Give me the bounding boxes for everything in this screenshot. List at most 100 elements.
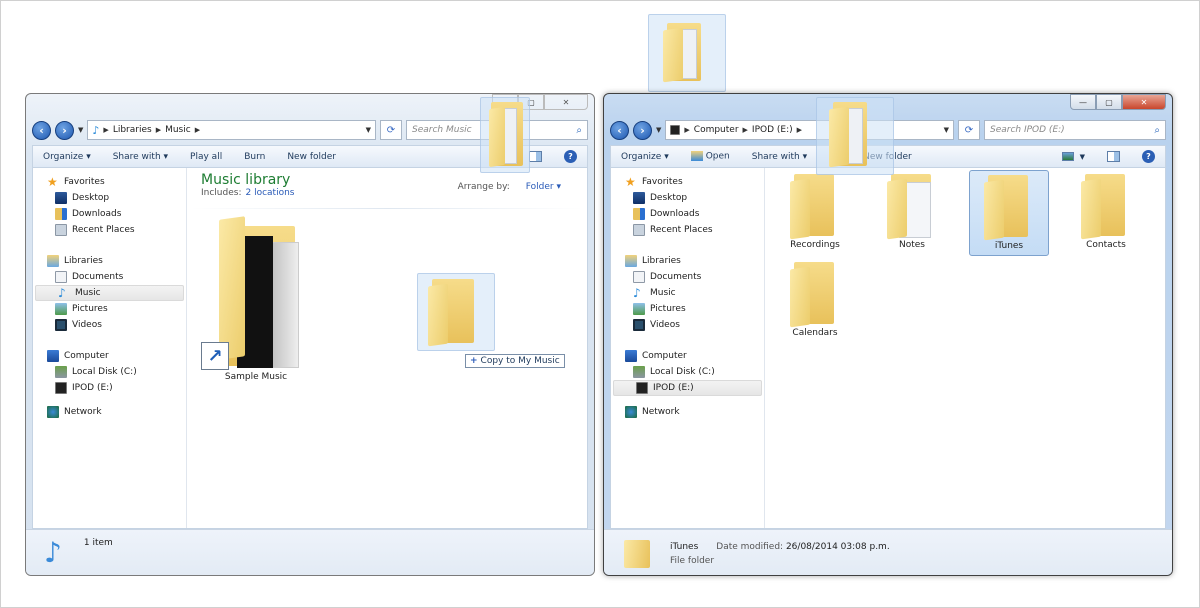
drive-icon: [670, 125, 681, 135]
includes-locations-link[interactable]: 2 locations: [245, 188, 294, 198]
address-dropdown[interactable]: ▼: [944, 126, 949, 134]
address-bar[interactable]: ▶ Computer ▶ IPOD (E:) ▶ ▼: [665, 120, 954, 140]
search-input[interactable]: Search IPOD (E:) ⌕: [984, 120, 1166, 140]
breadcrumb-separator[interactable]: ▶: [743, 126, 748, 134]
item-count: 1 item: [83, 538, 113, 548]
folder-item[interactable]: Notes: [872, 170, 952, 256]
recent-pages-dropdown[interactable]: ▼: [78, 126, 83, 134]
details-date-label: Date modified:: [716, 542, 784, 552]
close-button[interactable]: ✕: [1122, 94, 1166, 110]
nav-libraries[interactable]: Libraries: [33, 253, 186, 269]
help-icon[interactable]: ?: [1142, 150, 1155, 163]
help-icon[interactable]: ?: [564, 150, 577, 163]
nav-documents[interactable]: Documents: [611, 269, 764, 285]
nav-computer[interactable]: Computer: [611, 348, 764, 364]
libraries-icon: [47, 255, 59, 267]
new-folder-button[interactable]: New folder: [287, 152, 336, 162]
nav-recent-places[interactable]: Recent Places: [33, 222, 186, 238]
breadcrumb-separator[interactable]: ▶: [156, 126, 161, 134]
nav-network[interactable]: Network: [611, 404, 764, 420]
folder-item[interactable]: Contacts: [1066, 170, 1146, 256]
burn-button[interactable]: Burn: [244, 152, 265, 162]
change-view-icon[interactable]: [1061, 152, 1074, 161]
folder-label: iTunes: [994, 241, 1024, 251]
preview-pane-icon[interactable]: [1107, 151, 1120, 162]
nav-pictures[interactable]: Pictures: [611, 301, 764, 317]
nav-downloads[interactable]: Downloads: [611, 206, 764, 222]
refresh-button[interactable]: ⟳: [958, 120, 980, 140]
minimize-button[interactable]: —: [1070, 94, 1096, 110]
nav-ipod[interactable]: IPOD (E:): [33, 380, 186, 396]
refresh-button[interactable]: ⟳: [380, 120, 402, 140]
address-bar[interactable]: ♪ ▶ Libraries ▶ Music ▶ ▼: [87, 120, 376, 140]
share-with-menu[interactable]: Share with ▾: [752, 152, 807, 162]
local-disk-icon: [55, 366, 67, 378]
documents-icon: [633, 271, 645, 283]
nav-desktop[interactable]: Desktop: [33, 190, 186, 206]
details-pane: iTunes Date modified: 26/08/2014 03:08 p.…: [604, 529, 1172, 575]
folder-label: Contacts: [1086, 240, 1126, 250]
details-text: iTunes Date modified: 26/08/2014 03:08 p.…: [670, 540, 890, 568]
nav-ipod[interactable]: IPOD (E:): [613, 380, 762, 396]
nav-desktop[interactable]: Desktop: [611, 190, 764, 206]
drag-ghost-folder-top: [648, 14, 726, 92]
view-options-dropdown[interactable]: ▼: [1080, 153, 1085, 161]
nav-downloads[interactable]: Downloads: [33, 206, 186, 222]
nav-pictures[interactable]: Pictures: [33, 301, 186, 317]
breadcrumb-ipod[interactable]: IPOD (E:): [752, 125, 793, 135]
back-button[interactable]: ‹: [610, 120, 629, 140]
nav-recent-places[interactable]: Recent Places: [611, 222, 764, 238]
recent-pages-dropdown[interactable]: ▼: [656, 126, 661, 134]
forward-button[interactable]: ›: [55, 120, 74, 140]
maximize-button[interactable]: ▢: [1096, 94, 1122, 110]
breadcrumb-separator[interactable]: ▶: [103, 126, 108, 134]
star-icon: ★: [47, 175, 58, 189]
organize-menu[interactable]: Organize ▾: [43, 152, 91, 162]
arrange-by-dropdown[interactable]: Folder ▾: [518, 182, 561, 192]
nav-favorites[interactable]: ★ Favorites: [611, 174, 764, 190]
nav-computer[interactable]: Computer: [33, 348, 186, 364]
folder-item[interactable]: iTunes: [969, 170, 1049, 256]
nav-local-disk[interactable]: Local Disk (C:): [611, 364, 764, 380]
window-body: ★ Favorites Desktop Downloads Recent Plac…: [610, 168, 1166, 529]
recent-places-icon: [55, 224, 67, 236]
breadcrumb-separator[interactable]: ▶: [684, 126, 689, 134]
music-note-icon: ♪: [633, 286, 641, 300]
folder-icon: [659, 23, 709, 83]
folder-item[interactable]: Calendars: [775, 258, 855, 344]
folder-label: Recordings: [790, 240, 840, 250]
address-dropdown[interactable]: ▼: [366, 126, 371, 134]
nav-libraries[interactable]: Libraries: [611, 253, 764, 269]
recent-places-icon: [633, 224, 645, 236]
nav-music[interactable]: ♪ Music: [611, 285, 764, 301]
search-icon[interactable]: ⌕: [576, 125, 582, 136]
downloads-icon: [633, 208, 645, 220]
breadcrumb-libraries[interactable]: Libraries: [113, 125, 152, 135]
breadcrumb-computer[interactable]: Computer: [694, 125, 739, 135]
arrange-by: Arrange by: Folder ▾: [457, 182, 561, 192]
nav-videos[interactable]: Videos: [33, 317, 186, 333]
nav-videos[interactable]: Videos: [611, 317, 764, 333]
nav-local-disk[interactable]: Local Disk (C:): [33, 364, 186, 380]
pictures-icon: [55, 303, 67, 315]
nav-music[interactable]: ♪ Music: [35, 285, 184, 301]
folder-item[interactable]: ↗ Sample Music: [201, 212, 311, 382]
breadcrumb-separator[interactable]: ▶: [195, 126, 200, 134]
close-button[interactable]: ✕: [544, 94, 588, 110]
breadcrumb-separator[interactable]: ▶: [797, 126, 802, 134]
search-icon[interactable]: ⌕: [1154, 125, 1160, 136]
organize-menu[interactable]: Organize ▾: [621, 152, 669, 162]
folder-item[interactable]: Recordings: [775, 170, 855, 256]
play-all-button[interactable]: Play all: [190, 152, 222, 162]
preview-pane-icon[interactable]: [529, 151, 542, 162]
back-button[interactable]: ‹: [32, 120, 51, 140]
forward-button[interactable]: ›: [633, 120, 652, 140]
nav-network[interactable]: Network: [33, 404, 186, 420]
open-button[interactable]: Open: [690, 151, 730, 162]
pictures-icon: [633, 303, 645, 315]
share-with-menu[interactable]: Share with ▾: [113, 152, 168, 162]
nav-documents[interactable]: Documents: [33, 269, 186, 285]
breadcrumb-music[interactable]: Music: [165, 125, 191, 135]
folder-label: Notes: [899, 240, 925, 250]
nav-favorites[interactable]: ★ Favorites: [33, 174, 186, 190]
